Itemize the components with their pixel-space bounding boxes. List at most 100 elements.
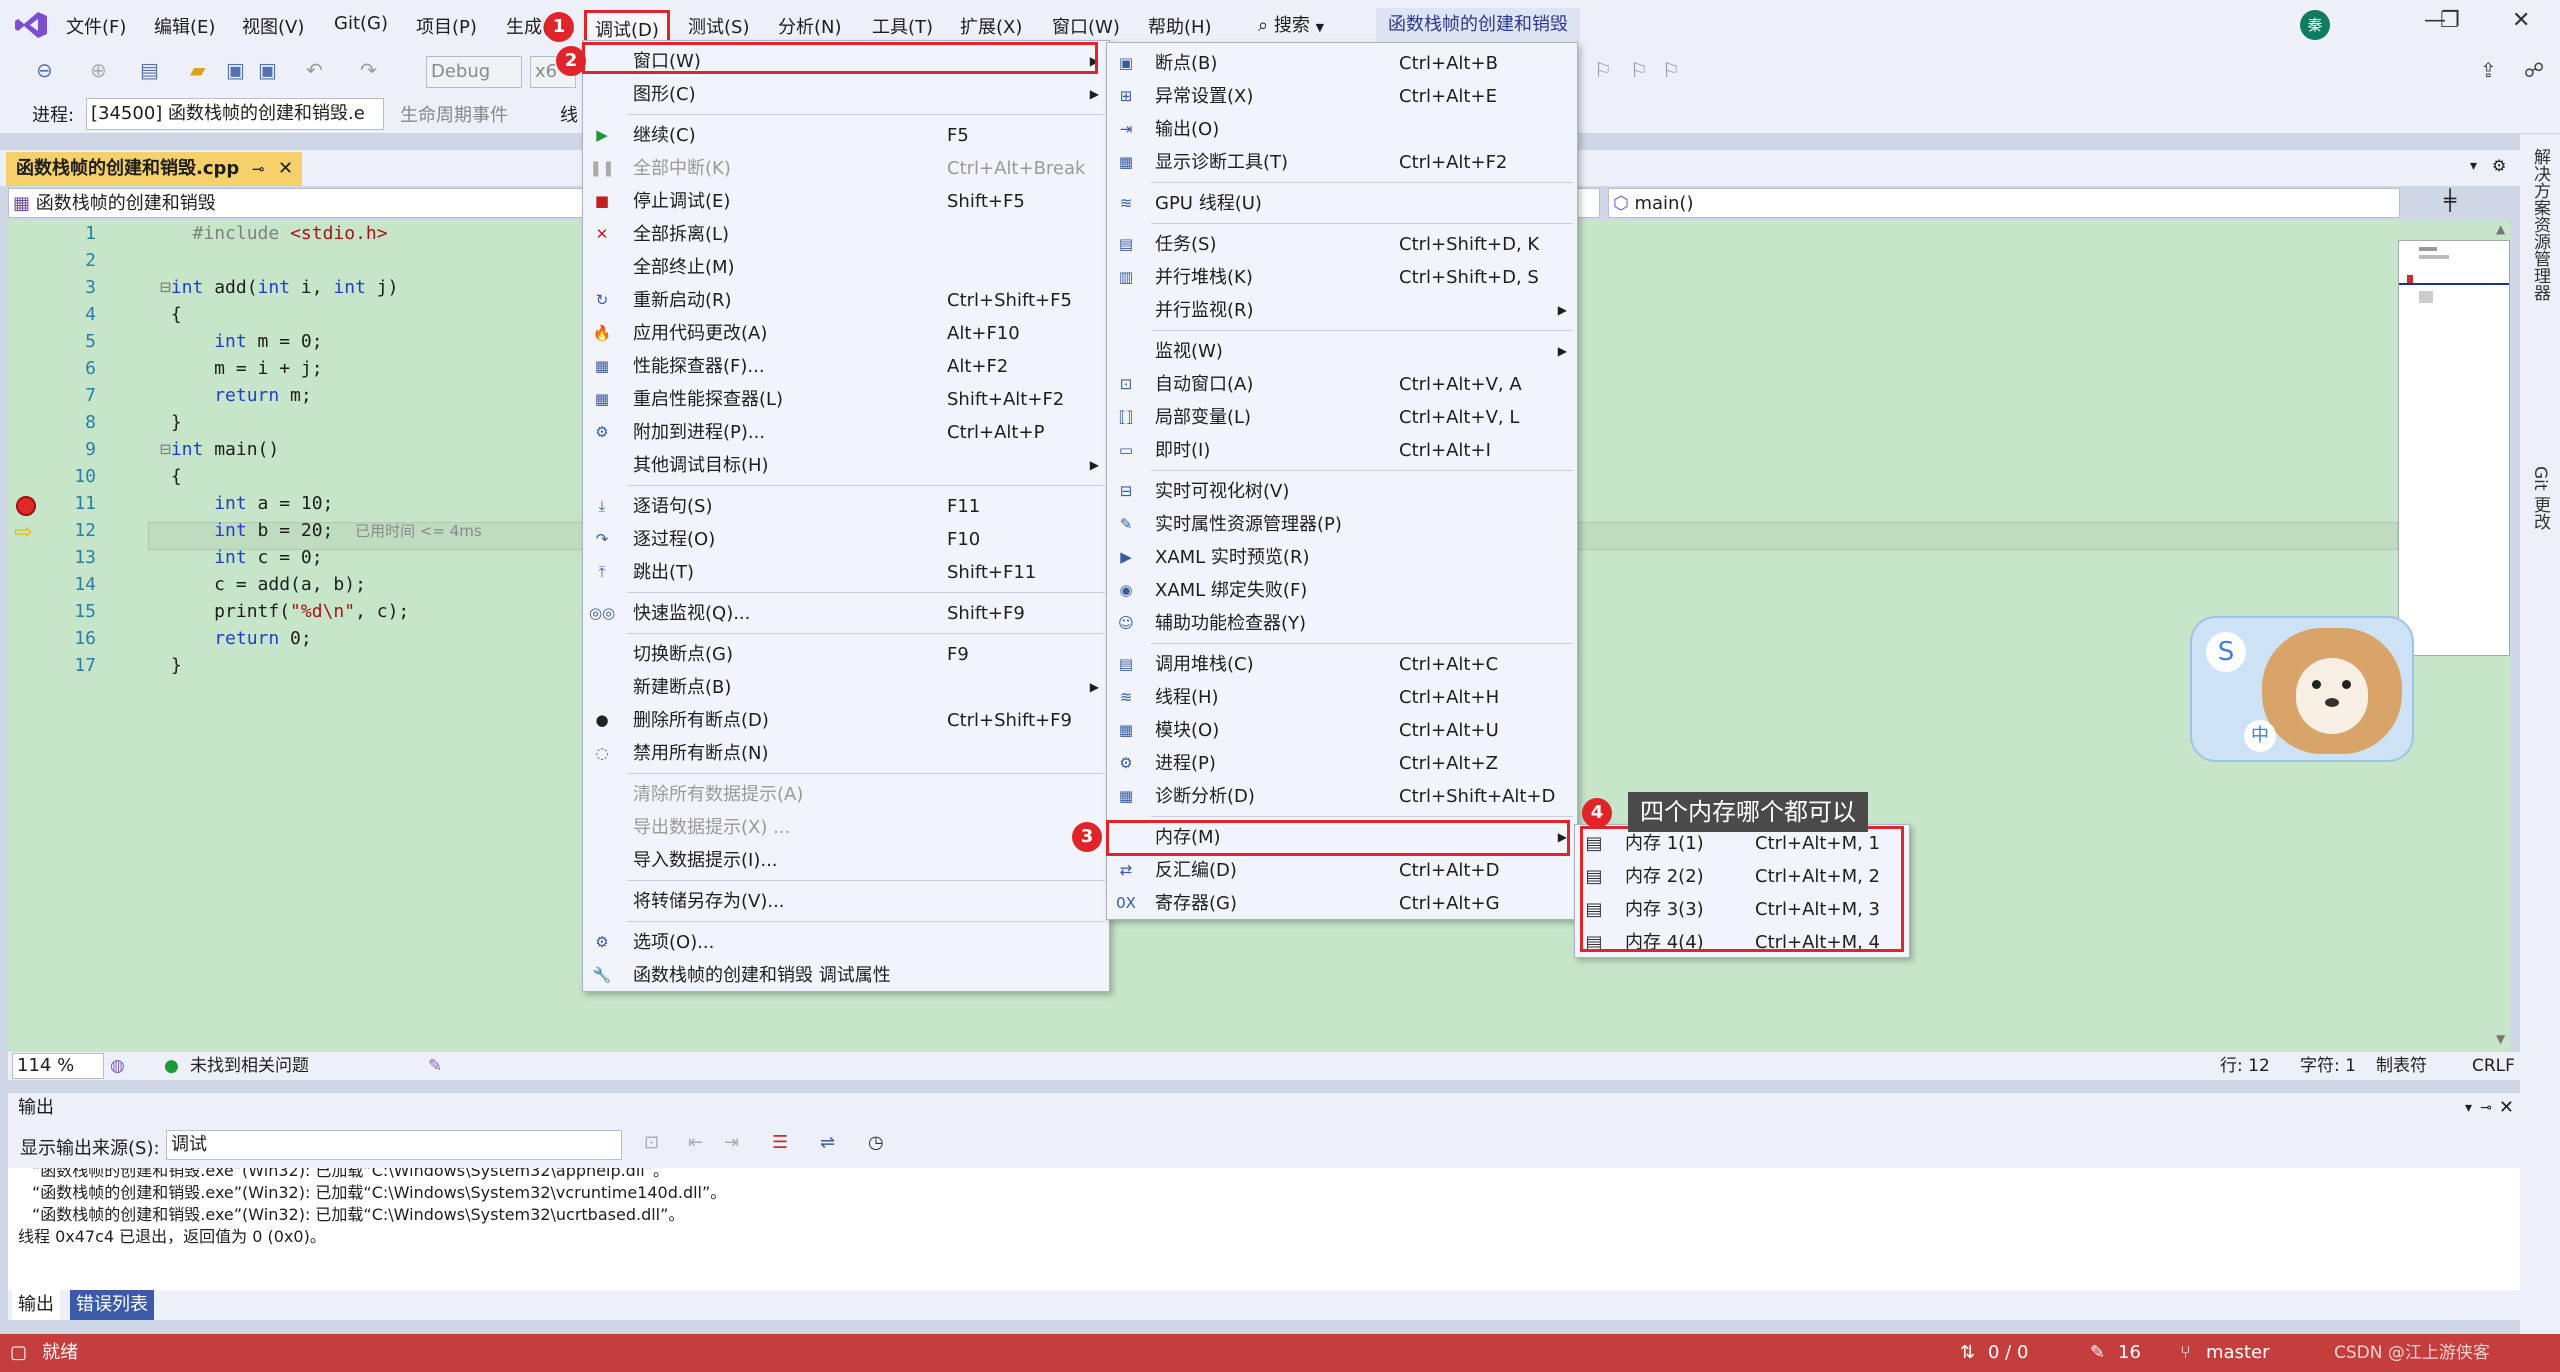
pin-icon[interactable]: ⊸ xyxy=(252,152,265,186)
save-icon[interactable]: ▣ xyxy=(226,58,245,82)
ime-mascot-widget[interactable]: S 中 xyxy=(2190,616,2414,762)
window-menu-item[interactable]: ⊞ 异常设置(X) Ctrl+Alt+E xyxy=(1107,80,1577,113)
window-menu-item[interactable]: ▤ 调用堆栈(C) Ctrl+Alt+C xyxy=(1107,648,1577,681)
output-source-select[interactable]: 调试 xyxy=(166,1130,622,1160)
window-menu-item[interactable]: 监视(W) ▶ xyxy=(1107,335,1577,368)
line-indicator[interactable]: 行: 12 xyxy=(2220,1052,2270,1080)
menu-window[interactable]: 窗口(W) xyxy=(1052,13,1120,39)
next-message-icon[interactable]: ⇥ xyxy=(724,1132,739,1153)
window-menu-item[interactable]: ✎ 实时属性资源管理器(P) xyxy=(1107,508,1577,541)
feedback-icon[interactable]: ☍ xyxy=(2524,58,2544,82)
debug-menu-item[interactable]: 图形(C) ▶ xyxy=(583,78,1109,111)
debug-menu-item[interactable]: ⤓ 逐语句(S) F11 xyxy=(583,490,1109,523)
bookmark-icon[interactable]: ⚐ xyxy=(1594,58,1612,82)
window-menu-item[interactable]: ▦ 诊断分析(D) Ctrl+Shift+Alt+D xyxy=(1107,780,1577,813)
debug-menu-item[interactable]: ▦ 性能探查器(F)... Alt+F2 xyxy=(583,350,1109,383)
debug-menu-item[interactable]: ↻ 重新启动(R) Ctrl+Shift+F5 xyxy=(583,284,1109,317)
source-control-changes-icon[interactable]: ⇅ xyxy=(1960,1334,1975,1372)
output-text[interactable]: “函数栈帧的创建和销毁.exe”(Win32): 已加载“C:\Windows\… xyxy=(8,1168,2520,1290)
window-menu-item[interactable]: ▤ 任务(S) Ctrl+Shift+D, K xyxy=(1107,228,1577,261)
window-menu-item[interactable]: ◉ XAML 绑定失败(F) xyxy=(1107,574,1577,607)
debug-menu-item[interactable]: ■ 停止调试(E) Shift+F5 xyxy=(583,185,1109,218)
find-message-icon[interactable]: ⊡ xyxy=(644,1132,659,1153)
window-menu-item[interactable]: ⊟ 实时可视化树(V) xyxy=(1107,475,1577,508)
debug-menu-item[interactable]: 🔧 函数栈帧的创建和销毁 调试属性 xyxy=(583,959,1109,992)
window-menu-item[interactable]: ▣ 断点(B) Ctrl+Alt+B xyxy=(1107,47,1577,80)
menu-edit[interactable]: 编辑(E) xyxy=(154,13,215,39)
panel-menu-icon[interactable]: ▾ xyxy=(2465,1093,2472,1123)
debug-menu-item[interactable]: ◎◎ 快速监视(Q)... Shift+F9 xyxy=(583,597,1109,630)
debug-menu-item[interactable]: 导出数据提示(X) ... xyxy=(583,811,1109,844)
debug-menu-item[interactable]: ❚❚ 全部中断(K) Ctrl+Alt+Break xyxy=(583,152,1109,185)
window-menu-item[interactable]: ⚙ 进程(P) Ctrl+Alt+Z xyxy=(1107,747,1577,780)
tab-git-changes[interactable]: Git 更改 xyxy=(2528,466,2553,530)
debug-menu-item[interactable]: ✕ 全部拆离(L) xyxy=(583,218,1109,251)
split-editor-icon[interactable]: ╪ xyxy=(2444,188,2456,212)
window-menu-item[interactable]: ☺ 辅助功能检查器(Y) xyxy=(1107,607,1577,640)
nav-member-select[interactable]: ⬡ main() xyxy=(1608,188,2400,218)
panel-pin-icon[interactable]: ⊸ xyxy=(2480,1093,2492,1123)
zoom-select[interactable]: 114 % xyxy=(12,1053,104,1079)
live-share-icon[interactable]: ⇪ xyxy=(2480,58,2497,82)
menu-analyze[interactable]: 分析(N) xyxy=(778,13,842,39)
issues-status[interactable]: 未找到相关问题 xyxy=(190,1052,309,1080)
window-menu-item[interactable]: ▭ 即时(I) Ctrl+Alt+I xyxy=(1107,434,1577,467)
debug-menu-item[interactable]: ▦ 重启性能探查器(L) Shift+Alt+F2 xyxy=(583,383,1109,416)
menu-project[interactable]: 项目(P) xyxy=(416,13,477,39)
menu-extensions[interactable]: 扩展(X) xyxy=(960,13,1022,39)
configuration-select[interactable]: Debug xyxy=(426,56,522,88)
window-menu-item[interactable]: ⊡ 自动窗口(A) Ctrl+Alt+V, A xyxy=(1107,368,1577,401)
lifecycle-events-label[interactable]: 生命周期事件 xyxy=(400,101,508,127)
scroll-up-icon[interactable]: ▲ xyxy=(2496,222,2505,236)
window-menu-item[interactable]: ⇥ 输出(O) xyxy=(1107,113,1577,146)
window-menu-item[interactable]: ▦ 显示诊断工具(T) Ctrl+Alt+F2 xyxy=(1107,146,1577,179)
close-window-icon[interactable]: ✕ xyxy=(2512,8,2530,33)
tab-document[interactable]: 函数栈帧的创建和销毁.cpp ⊸ ✕ xyxy=(6,152,302,186)
debug-menu-item[interactable]: 将转储另存为(V)... xyxy=(583,885,1109,918)
tab-error-list[interactable]: 错误列表 xyxy=(70,1290,154,1320)
settings-icon[interactable]: ⚙ xyxy=(2492,156,2506,175)
debug-menu-item[interactable]: ↷ 逐过程(O) F10 xyxy=(583,523,1109,556)
save-all-icon[interactable]: ▣ xyxy=(258,58,277,82)
navigate-back-icon[interactable]: ⊖ xyxy=(36,58,53,82)
menu-test[interactable]: 测试(S) xyxy=(688,13,749,39)
scroll-down-icon[interactable]: ▼ xyxy=(2496,1032,2505,1046)
panel-close-icon[interactable]: ✕ xyxy=(2499,1093,2514,1123)
debug-menu-item[interactable]: 其他调试目标(H) ▶ xyxy=(583,449,1109,482)
copilot-icon[interactable]: ◍ xyxy=(110,1052,125,1080)
undo-icon[interactable]: ↶ xyxy=(306,58,323,82)
debug-menu-item[interactable]: ● 删除所有断点(D) Ctrl+Shift+F9 xyxy=(583,704,1109,737)
code-minimap[interactable] xyxy=(2398,240,2510,656)
close-tab-icon[interactable]: ✕ xyxy=(278,152,293,186)
maximize-icon[interactable]: ❐ xyxy=(2440,8,2460,33)
process-select[interactable]: [34500] 函数栈帧的创建和销毁.e xyxy=(86,98,384,130)
window-menu-item[interactable]: ≋ 线程(H) Ctrl+Alt+H xyxy=(1107,681,1577,714)
breakpoint-icon[interactable] xyxy=(16,496,36,516)
line-ending-indicator[interactable]: CRLF xyxy=(2472,1052,2515,1080)
tab-solution-explorer[interactable]: 解决方案资源管理器 xyxy=(2528,148,2553,301)
debug-menu-item[interactable]: 清除所有数据提示(A) xyxy=(583,778,1109,811)
source-control-changes[interactable]: 0 / 0 xyxy=(1988,1334,2028,1372)
debug-menu-item[interactable]: 切换断点(G) F9 xyxy=(583,638,1109,671)
redo-icon[interactable]: ↷ xyxy=(360,58,377,82)
indent-indicator[interactable]: 制表符 xyxy=(2376,1052,2427,1080)
window-menu-item[interactable]: ▶ XAML 实时预览(R) xyxy=(1107,541,1577,574)
debug-menu-item[interactable]: ▶ 继续(C) F5 xyxy=(583,119,1109,152)
menu-view[interactable]: 视图(V) xyxy=(242,13,304,39)
column-indicator[interactable]: 字符: 1 xyxy=(2300,1052,2356,1080)
window-menu-item[interactable]: ▦ 模块(O) Ctrl+Alt+U xyxy=(1107,714,1577,747)
tab-output[interactable]: 输出 xyxy=(12,1290,60,1320)
new-project-icon[interactable]: ▤ xyxy=(140,58,159,82)
debug-menu-item[interactable]: ⤒ 跳出(T) Shift+F11 xyxy=(583,556,1109,589)
window-menu-item[interactable]: ▥ 并行堆栈(K) Ctrl+Shift+D, S xyxy=(1107,261,1577,294)
window-menu-item[interactable]: ⟦⟧ 局部变量(L) Ctrl+Alt+V, L xyxy=(1107,401,1577,434)
menu-tools[interactable]: 工具(T) xyxy=(872,13,933,39)
menu-file[interactable]: 文件(F) xyxy=(66,13,126,39)
debug-menu-item[interactable]: ⚙ 选项(O)... xyxy=(583,926,1109,959)
avatar[interactable]: 秦 xyxy=(2300,10,2330,40)
debug-menu-item[interactable]: 全部终止(M) xyxy=(583,251,1109,284)
clear-all-icon[interactable]: ☰ xyxy=(772,1132,788,1153)
timestamp-icon[interactable]: ◷ xyxy=(868,1132,884,1153)
search-box[interactable]: ⌕ 搜索 ▼ xyxy=(1258,11,1324,37)
window-menu-item[interactable]: 0X 寄存器(G) Ctrl+Alt+G xyxy=(1107,887,1577,920)
